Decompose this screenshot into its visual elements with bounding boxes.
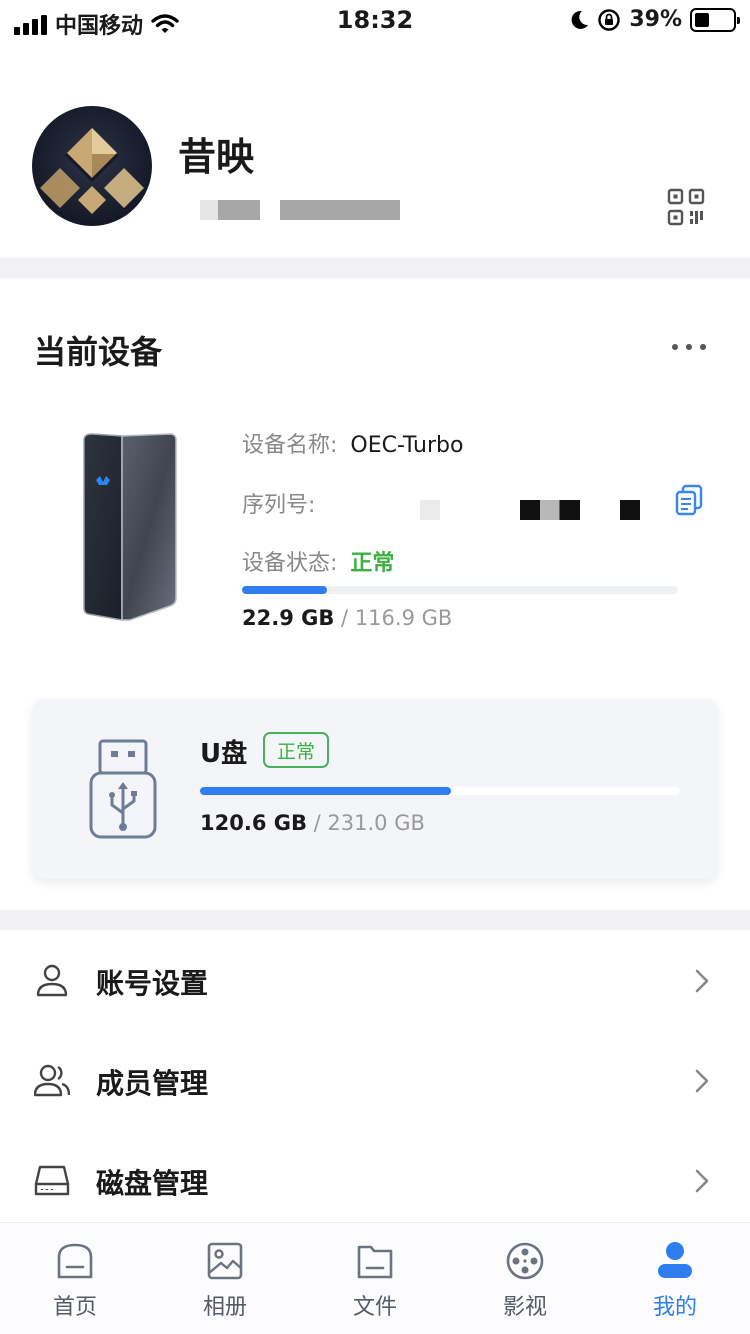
rotation-lock-icon: [598, 8, 621, 31]
redacted-serial: [620, 500, 640, 520]
device-status-row: 设备状态: 正常: [242, 545, 394, 577]
device-storage-bar: [242, 586, 678, 594]
album-icon: [207, 1242, 243, 1280]
device-name-row: 设备名称: OEC-Turbo: [242, 427, 463, 459]
tab-label: 首页: [52, 1295, 97, 1320]
folder-icon: [357, 1245, 393, 1279]
profile-header[interactable]: 昔映: [0, 40, 750, 258]
avatar[interactable]: [32, 106, 152, 226]
current-device-title: 当前设备: [34, 333, 163, 371]
members-icon: [34, 1064, 70, 1097]
status-bar: 中国移动 18:32 39%: [0, 0, 750, 40]
redacted-info: [200, 200, 260, 220]
film-reel-icon: [506, 1242, 544, 1280]
section-divider: [0, 910, 750, 930]
menu-item-disk-management[interactable]: 磁盘管理: [0, 1132, 750, 1228]
usb-storage-separator: /: [306, 811, 328, 835]
device-storage-fill: [242, 586, 328, 594]
diamond-logo-icon: [40, 128, 144, 214]
tab-label: 文件: [352, 1295, 397, 1320]
more-dot-icon: [686, 344, 692, 350]
more-dot-icon: [672, 344, 678, 350]
serial-label: 序列号:: [242, 493, 316, 518]
profile-name: 昔映: [178, 135, 255, 179]
bottom-tab-bar: 首页 相册 文件 影视 我的: [0, 1222, 750, 1334]
tab-home[interactable]: 首页: [0, 1223, 150, 1334]
chevron-right-icon: [695, 1169, 709, 1193]
menu-item-label: 磁盘管理: [96, 1167, 209, 1200]
chevron-right-icon: [695, 1069, 709, 1093]
usb-storage-bar: [200, 787, 680, 795]
usb-storage-total: 231.0 GB: [327, 811, 425, 835]
more-options-button[interactable]: [672, 340, 706, 354]
device-storage-separator: /: [334, 606, 355, 630]
battery-percent: 39%: [629, 7, 682, 32]
usb-storage-text: 120.6 GB / 231.0 GB: [200, 811, 425, 835]
device-status-value: 正常: [350, 551, 395, 576]
menu-item-label: 成员管理: [96, 1067, 209, 1100]
serial-row: 序列号:: [242, 487, 315, 519]
usb-storage-fill: [200, 787, 451, 795]
usb-title: U盘: [200, 739, 248, 769]
redacted-serial: [420, 500, 440, 520]
copy-icon[interactable]: [674, 484, 704, 516]
usb-drive-card[interactable]: U盘 正常 120.6 GB / 231.0 GB: [32, 699, 718, 879]
menu-item-account-settings[interactable]: 账号设置: [0, 932, 750, 1028]
device-storage-text: 22.9 GB / 116.9 GB: [242, 606, 452, 630]
chevron-right-icon: [695, 969, 709, 993]
tab-label: 相册: [202, 1295, 247, 1320]
usb-status-badge: 正常: [263, 732, 329, 768]
profile-icon: [658, 1242, 692, 1278]
home-icon: [57, 1243, 93, 1279]
device-name-value: OEC-Turbo: [350, 433, 464, 458]
user-icon: [36, 964, 68, 997]
device-status-label: 设备状态:: [242, 551, 338, 576]
tab-label: 影视: [502, 1295, 547, 1320]
more-dot-icon: [700, 344, 706, 350]
device-name-label: 设备名称:: [242, 433, 338, 458]
status-bar-right: 39%: [569, 7, 740, 32]
tab-label: 我的: [652, 1295, 697, 1320]
redacted-info: [280, 200, 400, 220]
device-storage-total: 116.9 GB: [354, 606, 453, 630]
usb-drive-icon: [89, 739, 157, 839]
qr-code-icon[interactable]: [667, 188, 705, 226]
battery-icon: [690, 7, 740, 32]
disk-icon: [34, 1165, 70, 1196]
tab-album[interactable]: 相册: [150, 1223, 300, 1334]
tab-video[interactable]: 影视: [450, 1223, 600, 1334]
device-image: [83, 433, 177, 621]
tab-mine[interactable]: 我的: [600, 1223, 750, 1334]
tab-files[interactable]: 文件: [300, 1223, 450, 1334]
redacted-serial: [520, 500, 580, 520]
usb-storage-used: 120.6 GB: [200, 811, 307, 835]
section-divider: [0, 258, 750, 278]
moon-icon: [571, 10, 589, 29]
menu-item-label: 账号设置: [96, 967, 209, 1000]
menu-item-member-management[interactable]: 成员管理: [0, 1032, 750, 1128]
device-storage-used: 22.9 GB: [242, 606, 335, 630]
